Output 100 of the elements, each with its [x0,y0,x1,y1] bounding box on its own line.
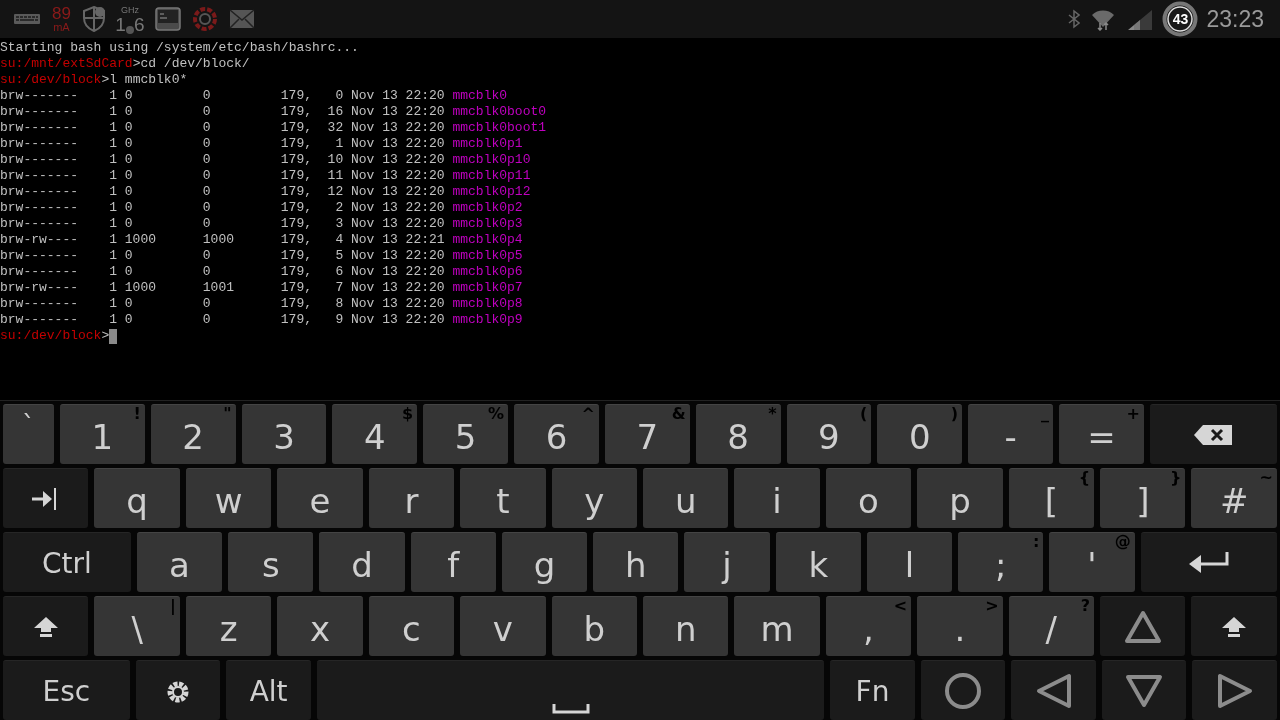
listing-field: 0 [124,136,203,152]
listing-field: 11 [312,168,344,184]
listing-field: 1001 [202,280,281,296]
keyboard-key[interactable]: ] } [1100,468,1186,528]
keyboard-key[interactable]: d [319,532,405,592]
keyboard-key[interactable]: r [368,468,455,528]
signal-icon [1126,8,1153,30]
keyboard-key[interactable]: ' @ [1049,532,1135,592]
listing-field: 1 [78,136,117,152]
up-triangle-icon [1123,608,1162,645]
keyboard-key[interactable]: . > [917,596,1003,656]
keyboard-key[interactable]: Fn [830,660,915,720]
keyboard-key[interactable]: x [277,596,363,656]
bluetooth-icon [1068,9,1081,29]
keyboard-key[interactable]: = + [1059,404,1144,464]
keyboard-key[interactable]: y [551,468,637,528]
listing-field: 179, [280,264,312,280]
shifted-char: > [985,597,999,615]
listing-field: 1 [78,248,117,264]
keyboard-key[interactable]: h [593,532,679,592]
keyboard-key[interactable]: v [460,596,546,656]
keyboard-key[interactable] [3,596,89,656]
keyboard-key[interactable]: 8 * [695,404,781,464]
listing-field: Nov 13 22:20 [351,312,445,328]
listing-field: 1 [78,280,117,296]
listing-field: 0 [202,184,281,200]
listing-field: Nov 13 22:21 [351,232,445,248]
shifted-char: + [1126,405,1140,423]
keyboard-key[interactable]: n [642,596,729,656]
listing-field: 0 [124,248,203,264]
keyboard-key[interactable]: # ~ [1191,468,1277,528]
keyboard-key[interactable]: c [368,596,455,656]
listing-field: 0 [202,136,281,152]
keyboard-key[interactable]: / ? [1008,596,1095,656]
keyboard-key[interactable]: Esc [3,660,130,720]
keyboard-key[interactable]: k [775,532,861,592]
keyboard-key[interactable] [1149,404,1278,464]
keyboard-key[interactable]: 5 % [423,404,509,464]
listing-field: 0 [124,88,203,104]
dot-icon [125,23,134,34]
keyboard-key[interactable]: Ctrl [3,532,131,592]
keyboard-key[interactable]: 0 ) [877,404,963,464]
keyboard-key[interactable] [3,468,89,528]
keyboard-key[interactable] [1101,660,1187,720]
device-name: mmcblk0p12 [452,184,531,200]
keyboard-key[interactable]: o [825,468,912,528]
keyboard-key[interactable]: g [501,532,588,592]
shifted-char: } [1170,469,1182,487]
listing-field: 1000 [124,280,203,296]
listing-field: brw-rw---- [0,232,78,248]
listing-field: 0 [124,296,203,312]
keyboard-key[interactable]: 9 ( [786,404,872,464]
keyboard-key[interactable]: s [228,532,314,592]
keyboard-key[interactable]: l [866,532,953,592]
keyboard-key[interactable]: Alt [226,660,311,720]
shifted-char: % [488,405,505,423]
listing-field: brw------- [0,88,78,104]
keyboard-key[interactable]: , < [825,596,912,656]
keyboard-key[interactable]: j [684,532,770,592]
shell-prompt: su:/dev/block [0,328,102,344]
shifted-char: ) [950,405,959,423]
keyboard-key[interactable] [920,660,1006,720]
circle-icon [944,671,983,710]
keyboard-key[interactable]: f [410,532,496,592]
keyboard-key[interactable]: 7 & [604,404,690,464]
keyboard-key[interactable]: 2 " [150,404,236,464]
keyboard-key[interactable]: 3 [241,404,327,464]
device-name: mmcblk0p7 [452,280,523,296]
keyboard-key[interactable]: ` [3,404,54,464]
left-triangle-icon [1034,672,1073,709]
listing-field: 1000 [202,232,281,248]
keyboard-key[interactable]: - _ [968,404,1053,464]
listing-field: brw------- [0,104,78,120]
listing-field: Nov 13 22:20 [351,152,445,168]
keyboard-key[interactable] [1140,532,1277,592]
keyboard-key[interactable]: 4 $ [332,404,418,464]
keyboard-key[interactable] [1191,596,1277,656]
shifted-char: ! [133,405,141,423]
keyboard-key[interactable]: e [277,468,363,528]
keyboard-key[interactable]: t [460,468,546,528]
command-text: >l mmcblk0* [101,72,188,88]
listing-field: 179, [280,120,312,136]
keyboard-key[interactable]: a [136,532,223,592]
keyboard-key[interactable]: 1 ! [59,404,145,464]
listing-field: 179, [280,312,312,328]
keyboard-key[interactable]: w [185,468,272,528]
keyboard-key[interactable]: p [917,468,1003,528]
keyboard-key[interactable]: i [734,468,820,528]
shifted-char: < [893,597,908,615]
keyboard-key[interactable]: q [94,468,180,528]
keyboard-key[interactable]: u [642,468,729,528]
keyboard-key[interactable]: [ { [1008,468,1095,528]
keyboard-key[interactable]: 6 ^ [514,404,599,464]
keyboard-key[interactable] [135,660,221,720]
keyboard-key[interactable]: z [185,596,272,656]
keyboard-key[interactable]: ; : [958,532,1044,592]
listing-field: 0 [124,264,203,280]
keyboard-key[interactable]: b [551,596,637,656]
keyboard-key[interactable]: \ | [94,596,180,656]
keyboard-key[interactable]: m [734,596,820,656]
